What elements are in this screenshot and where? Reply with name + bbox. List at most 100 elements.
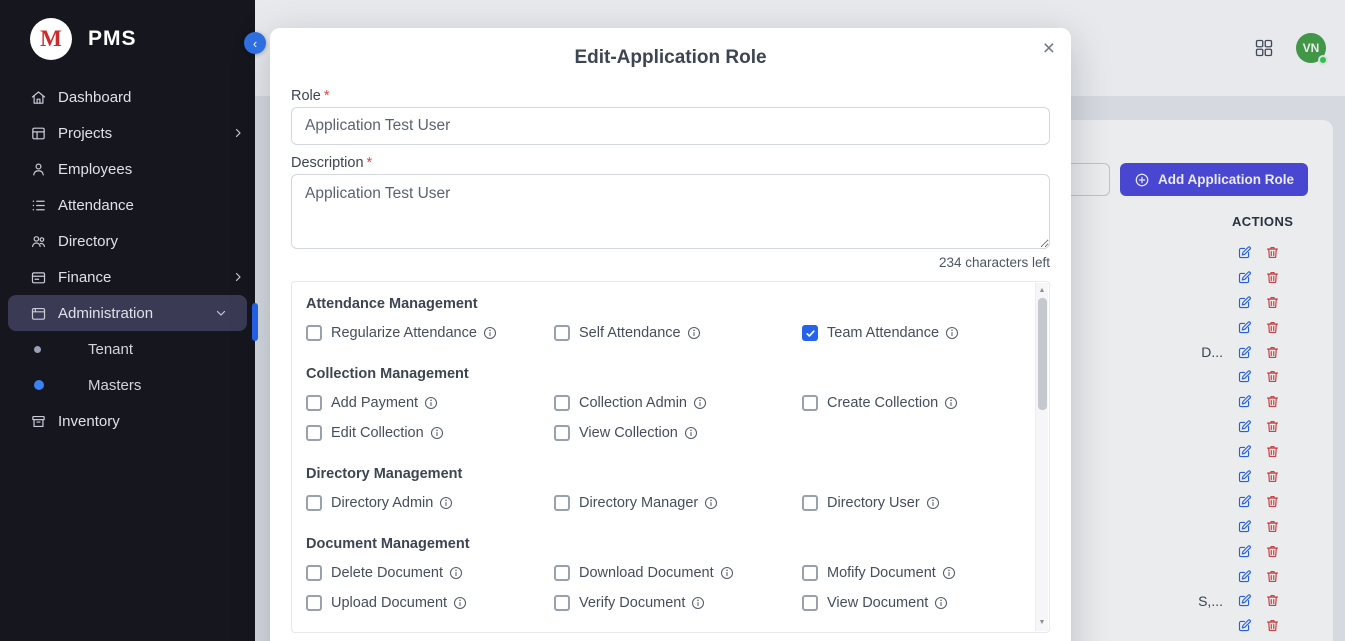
logo: M PMS xyxy=(0,0,255,62)
permission-label: Collection Admin xyxy=(579,395,687,411)
permission-option: Collection Admin xyxy=(554,394,802,412)
permission-option: Verify Document xyxy=(554,594,802,612)
chevron-left-icon: ‹ xyxy=(253,36,257,51)
permission-option: Upload Document xyxy=(306,594,554,612)
list-icon xyxy=(30,197,47,214)
info-icon[interactable] xyxy=(934,596,948,610)
permission-option: Add Payment xyxy=(306,394,554,412)
permission-label: View Document xyxy=(827,595,928,611)
brand-name: PMS xyxy=(88,27,137,51)
sidebar-item-employees[interactable]: Employees xyxy=(0,151,255,187)
permission-grid: Add Payment Collection Admin Create Collec… xyxy=(306,394,1015,442)
permission-group-title: Document Management xyxy=(306,536,1015,552)
info-icon[interactable] xyxy=(449,566,463,580)
sidebar-item-attendance[interactable]: Attendance xyxy=(0,187,255,223)
checkbox[interactable] xyxy=(306,425,322,441)
checkbox[interactable] xyxy=(802,565,818,581)
checkbox[interactable] xyxy=(554,325,570,341)
close-icon[interactable]: × xyxy=(1043,38,1055,59)
role-input[interactable] xyxy=(291,107,1050,145)
person-icon xyxy=(30,161,47,178)
sidebar-item-tenant[interactable]: Tenant xyxy=(0,331,255,367)
checkbox[interactable] xyxy=(306,325,322,341)
checkbox[interactable] xyxy=(554,395,570,411)
sidebar-item-label: Directory xyxy=(58,233,118,250)
permission-label: Team Attendance xyxy=(827,325,939,341)
permission-label: Directory Manager xyxy=(579,495,698,511)
checkbox[interactable] xyxy=(306,595,322,611)
scrollbar-thumb[interactable] xyxy=(1038,298,1047,410)
sidebar-item-label: Tenant xyxy=(88,341,133,358)
permission-option: Regularize Attendance xyxy=(306,324,554,342)
checkbox[interactable] xyxy=(802,325,818,341)
description-label: Description* xyxy=(291,155,1050,171)
info-icon[interactable] xyxy=(430,426,444,440)
permission-label: Create Collection xyxy=(827,395,938,411)
bullet-icon xyxy=(34,380,44,390)
permission-grid: Regularize Attendance Self Attendance Team… xyxy=(306,324,1015,342)
sidebar-collapse-button[interactable]: ‹ xyxy=(244,32,266,54)
permission-group: Directory ManagementDirectory AdminDirec… xyxy=(306,442,1015,512)
sidebar-item-label: Employees xyxy=(58,161,132,178)
sidebar-item-inventory[interactable]: Inventory xyxy=(0,403,255,439)
permission-label: Edit Collection xyxy=(331,425,424,441)
app-root: VN Add Application Role ACTIONS D...S,..… xyxy=(0,0,1345,641)
scroll-up-icon[interactable]: ▲ xyxy=(1036,286,1048,296)
info-icon[interactable] xyxy=(926,496,940,510)
info-icon[interactable] xyxy=(720,566,734,580)
permission-groups: Attendance ManagementRegularize Attendan… xyxy=(306,282,1015,612)
permission-option: View Document xyxy=(802,594,1015,612)
info-icon[interactable] xyxy=(944,396,958,410)
info-icon[interactable] xyxy=(684,426,698,440)
checkbox[interactable] xyxy=(802,395,818,411)
home-icon xyxy=(30,89,47,106)
sidebar-item-directory[interactable]: Directory xyxy=(0,223,255,259)
bullet-icon xyxy=(34,346,41,353)
permission-option: Mofify Document xyxy=(802,564,1015,582)
checkbox[interactable] xyxy=(306,565,322,581)
active-route-indicator xyxy=(252,303,258,341)
checkbox[interactable] xyxy=(306,495,322,511)
sidebar-item-masters[interactable]: Masters xyxy=(0,367,255,403)
permission-option: Self Attendance xyxy=(554,324,802,342)
sidebar-item-dashboard[interactable]: Dashboard xyxy=(0,79,255,115)
logo-monogram: M xyxy=(30,18,72,60)
sidebar-item-label: Inventory xyxy=(58,413,120,430)
sidebar-item-label: Finance xyxy=(58,269,111,286)
info-icon[interactable] xyxy=(691,596,705,610)
info-icon[interactable] xyxy=(453,596,467,610)
scroll-down-icon[interactable]: ▼ xyxy=(1036,618,1048,628)
checkbox[interactable] xyxy=(306,395,322,411)
info-icon[interactable] xyxy=(693,396,707,410)
description-textarea[interactable]: Application Test User xyxy=(291,174,1050,249)
permission-option: Directory Admin xyxy=(306,494,554,512)
permission-label: Delete Document xyxy=(331,565,443,581)
required-asterisk: * xyxy=(324,88,330,104)
checkbox[interactable] xyxy=(554,565,570,581)
sidebar-item-projects[interactable]: Projects xyxy=(0,115,255,151)
scrollbar[interactable]: ▲ ▼ xyxy=(1035,283,1048,631)
info-icon[interactable] xyxy=(704,496,718,510)
chevronright-icon xyxy=(232,271,244,283)
checkbox[interactable] xyxy=(554,495,570,511)
info-icon[interactable] xyxy=(945,326,959,340)
sidebar-item-label: Attendance xyxy=(58,197,134,214)
info-icon[interactable] xyxy=(424,396,438,410)
permissions-panel: Attendance ManagementRegularize Attendan… xyxy=(291,281,1050,633)
info-icon[interactable] xyxy=(687,326,701,340)
checkbox[interactable] xyxy=(802,495,818,511)
permission-label: View Collection xyxy=(579,425,678,441)
info-icon[interactable] xyxy=(439,496,453,510)
info-icon[interactable] xyxy=(942,566,956,580)
permission-group-title: Collection Management xyxy=(306,366,1015,382)
box-icon xyxy=(30,413,47,430)
permission-label: Regularize Attendance xyxy=(331,325,477,341)
checkbox[interactable] xyxy=(554,595,570,611)
checkbox[interactable] xyxy=(802,595,818,611)
permission-grid: Directory AdminDirectory ManagerDirector… xyxy=(306,494,1015,512)
info-icon[interactable] xyxy=(483,326,497,340)
sidebar-item-finance[interactable]: Finance xyxy=(0,259,255,295)
permission-grid: Delete DocumentDownload DocumentMofify D… xyxy=(306,564,1015,612)
sidebar-item-administration[interactable]: Administration xyxy=(8,295,247,331)
checkbox[interactable] xyxy=(554,425,570,441)
